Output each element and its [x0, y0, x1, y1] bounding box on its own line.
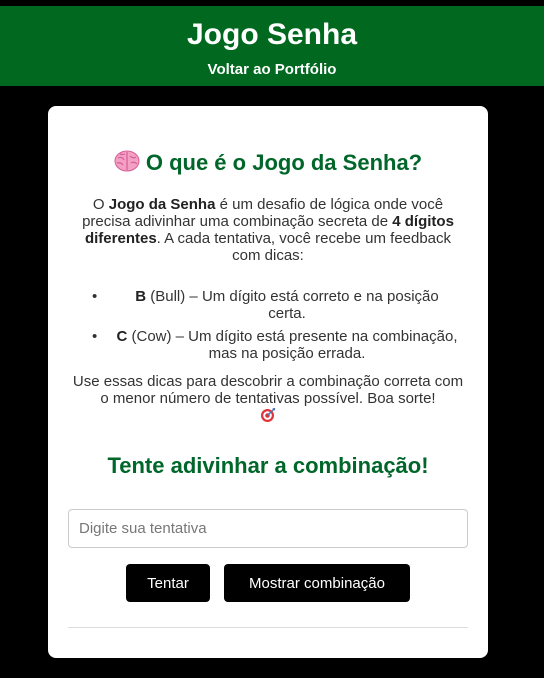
desc-part-1: O: [92, 196, 109, 213]
rule-letter: C: [116, 328, 128, 345]
rules-list: • B (Bull) – Um dígito está correto e na…: [72, 288, 464, 368]
page-header: Jogo Senha Voltar ao Portfólio: [0, 6, 544, 86]
tip-text: Use essas dicas para descobrir a combina…: [72, 373, 464, 407]
rule-letter: B: [135, 288, 147, 305]
list-item: • C (Cow) – Um dígito está presente na c…: [72, 328, 464, 362]
bullet-icon: •: [92, 288, 98, 305]
rule-text: (Cow) – Um dígito está presente na combi…: [127, 328, 458, 362]
divider: [68, 627, 468, 628]
show-combination-button[interactable]: Mostrar combinação: [224, 564, 410, 602]
desc-part-3: . A cada tentativa, você recebe um feedb…: [156, 230, 452, 264]
guess-input[interactable]: [68, 509, 468, 548]
intro-heading-text: O que é o Jogo da Senha?: [145, 150, 423, 175]
list-item: • B (Bull) – Um dígito está correto e na…: [72, 288, 464, 322]
game-tip: Use essas dicas para descobrir a combina…: [70, 373, 466, 424]
bullet-icon: •: [92, 328, 98, 345]
game-description: O Jogo da Senha é um desafio de lógica o…: [70, 196, 466, 264]
target-icon: [261, 408, 276, 422]
game-card: O que é o Jogo da Senha? O Jogo da Senha…: [48, 106, 488, 658]
try-button[interactable]: Tentar: [126, 564, 210, 602]
intro-heading: O que é o Jogo da Senha?: [48, 150, 488, 176]
back-to-portfolio-link[interactable]: Voltar ao Portfólio: [208, 61, 337, 79]
brain-icon: [114, 150, 140, 172]
page-title: Jogo Senha: [186, 18, 358, 51]
guess-heading: Tente adivinhar a combinação!: [107, 453, 429, 478]
desc-bold-game-name: Jogo da Senha: [108, 196, 216, 213]
rule-text: (Bull) – Um dígito está correto e na pos…: [146, 288, 439, 322]
